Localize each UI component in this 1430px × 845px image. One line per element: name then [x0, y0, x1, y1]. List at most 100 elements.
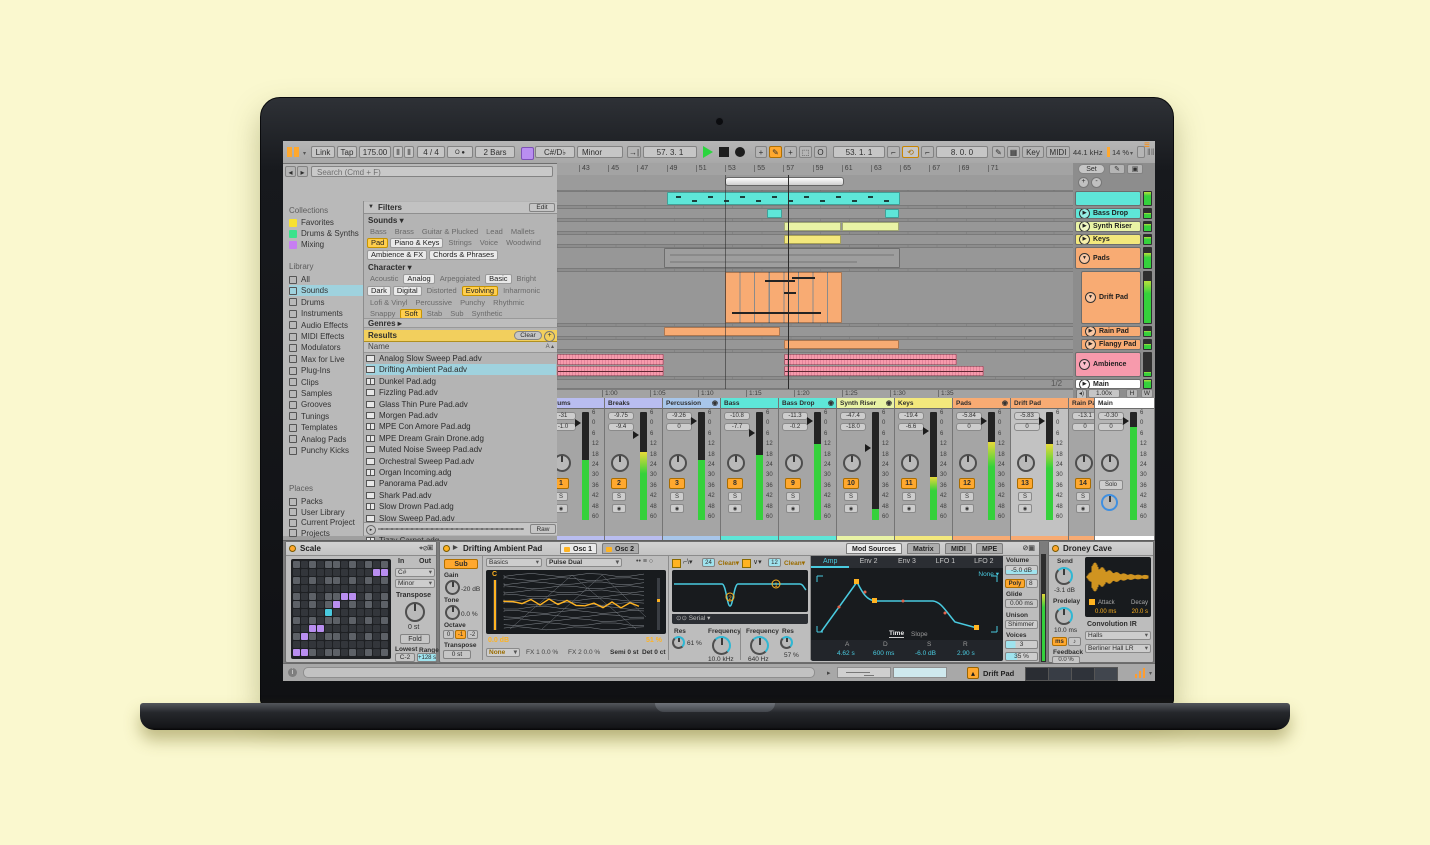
- volume-fader-handle[interactable]: [981, 417, 991, 425]
- tap-tempo-button[interactable]: Tap: [337, 146, 357, 158]
- mixer-strip-header[interactable]: Rain Pad: [1069, 398, 1094, 409]
- sidebar-item-drums[interactable]: Drums: [289, 297, 367, 308]
- list-item-file[interactable]: Analog Slow Sweep Pad.adv: [366, 353, 556, 364]
- predelay-ms-button[interactable]: ms: [1052, 637, 1067, 646]
- mixer-strip-bass[interactable]: Bass-10.8-7.760612182430364248608S◉: [721, 398, 779, 540]
- sidebar-item-samples[interactable]: Samples: [289, 388, 367, 399]
- scale-grid-cell[interactable]: [381, 601, 388, 608]
- mixer-fold-icon[interactable]: ◉: [1002, 398, 1008, 409]
- scale-grid-cell[interactable]: [381, 561, 388, 568]
- sub-osc-button[interactable]: Sub: [444, 559, 478, 569]
- filter-tag-strings[interactable]: Strings: [445, 238, 474, 247]
- scale-grid-cell[interactable]: [357, 617, 364, 624]
- octave-0-button[interactable]: 0: [443, 630, 454, 639]
- search-input[interactable]: Search (Cmd + F): [311, 166, 553, 177]
- lock-envelopes-button[interactable]: ▣: [1127, 164, 1143, 174]
- solo-button[interactable]: S: [612, 492, 626, 501]
- filter-tag-mallets[interactable]: Mallets: [508, 227, 538, 236]
- mixer-strip-header[interactable]: Percussion◉: [663, 398, 720, 409]
- mixer-fold-icon[interactable]: ◉: [828, 398, 834, 409]
- peak-level-field[interactable]: -5.83: [1014, 412, 1040, 420]
- browser-back-button[interactable]: ◂: [285, 166, 296, 177]
- filter-tag-voice[interactable]: Voice: [477, 238, 501, 247]
- stop-button[interactable]: [719, 147, 729, 157]
- filter-tag-dark[interactable]: Dark: [367, 286, 391, 296]
- scale-grid-cell[interactable]: [301, 585, 308, 592]
- key-map-button[interactable]: Key: [1022, 146, 1044, 158]
- volume-field[interactable]: -5.0 dB: [1005, 565, 1038, 575]
- scale-grid-cell[interactable]: [325, 649, 332, 656]
- hamburger-menu-icon[interactable]: ≡: [1144, 141, 1150, 151]
- unison-mode-select[interactable]: Shimmer: [1005, 620, 1038, 629]
- sidebar-item-punchy-kicks[interactable]: Punchy Kicks: [289, 445, 367, 456]
- sidebar-item-modulators[interactable]: Modulators: [289, 342, 367, 353]
- monitor-button[interactable]: ◉: [557, 504, 568, 513]
- zoom-in-button[interactable]: +: [1078, 177, 1089, 188]
- scale-grid-cell[interactable]: [373, 609, 380, 616]
- list-item-file[interactable]: MPE Con Amore Pad.adg: [366, 421, 556, 432]
- device-thumbnail-4[interactable]: [1094, 667, 1118, 681]
- scale-grid-cell-active[interactable]: [381, 569, 388, 576]
- wavetable-device-on-toggle[interactable]: [443, 545, 450, 552]
- scale-grid-cell[interactable]: [317, 609, 324, 616]
- list-item-file[interactable]: Muted Noise Sweep Pad.adv: [366, 444, 556, 455]
- filter-tag-snappy[interactable]: Snappy: [367, 309, 398, 318]
- osc-detune-value[interactable]: Det 0 ct: [642, 649, 665, 656]
- browser-forward-button[interactable]: ▸: [297, 166, 308, 177]
- filter-tag-bass[interactable]: Bass: [367, 227, 390, 236]
- scale-grid-cell[interactable]: [357, 569, 364, 576]
- scale-grid-cell[interactable]: [301, 577, 308, 584]
- track-activator-number[interactable]: 12: [959, 478, 975, 489]
- volume-fader-handle[interactable]: [749, 429, 759, 437]
- scale-grid-cell[interactable]: [381, 609, 388, 616]
- mixer-strip-drift-pad[interactable]: Drift Pad-5.830606121824303642486013S◉: [1011, 398, 1069, 540]
- scale-grid-cell-active[interactable]: [333, 601, 340, 608]
- sidebar-item-mixing[interactable]: Mixing: [289, 239, 359, 250]
- volume-fader-handle[interactable]: [923, 427, 933, 435]
- scale-grid-cell[interactable]: [317, 617, 324, 624]
- cue-volume-knob[interactable]: [1101, 494, 1118, 511]
- time-signature-field[interactable]: 4 / 4: [417, 146, 445, 158]
- sidebar-item-drums-synths[interactable]: Drums & Synths: [289, 228, 359, 239]
- scale-grid-cell-active[interactable]: [349, 593, 356, 600]
- scale-root-select[interactable]: C#: [395, 568, 435, 577]
- pan-knob[interactable]: [1075, 454, 1093, 472]
- peak-level-field[interactable]: -9.75: [608, 412, 634, 420]
- mixer-strip-header[interactable]: Breaks: [605, 398, 662, 409]
- pan-knob[interactable]: [611, 454, 629, 472]
- scale-grid-cell[interactable]: [293, 617, 300, 624]
- wavetable-expand-icon[interactable]: ▶: [453, 542, 458, 555]
- track-activator-number[interactable]: 11: [901, 478, 917, 489]
- loop-back-button[interactable]: O: [814, 146, 827, 158]
- computer-midi-keyboard-button[interactable]: ▦: [1007, 146, 1020, 158]
- track-activator-number[interactable]: 2: [611, 478, 627, 489]
- tab-osc1[interactable]: Osc 1: [560, 543, 597, 554]
- scale-device-header[interactable]: Scale ⌖⊘▣: [286, 542, 436, 556]
- volume-field[interactable]: -6.6: [898, 423, 924, 431]
- list-item-file[interactable]: Glass Thin Pure Pad.adv: [366, 399, 556, 410]
- output-meter-icon[interactable]: [1135, 668, 1147, 678]
- mixer-strip-breaks[interactable]: Breaks-9.75-9.460612182430364248602S◉: [605, 398, 663, 540]
- pan-knob[interactable]: [785, 454, 803, 472]
- track-header-synth-riser[interactable]: ▶Synth Riser: [1075, 221, 1141, 232]
- scale-grid-cell[interactable]: [301, 593, 308, 600]
- mixer-strip-drums[interactable]: Drums-31-1.060612182430364248601S◉: [557, 398, 605, 540]
- pan-knob[interactable]: [959, 454, 977, 472]
- punch-in-button[interactable]: ⌐: [887, 146, 900, 158]
- volume-field[interactable]: -7.7: [724, 423, 750, 431]
- pan-knob[interactable]: [1101, 454, 1119, 472]
- wavetable-display[interactable]: C: [486, 570, 666, 634]
- list-item-file[interactable]: Drifting Ambient Pad.adv: [366, 364, 556, 375]
- scale-grid-cell[interactable]: [325, 561, 332, 568]
- scale-grid-cell[interactable]: [357, 641, 364, 648]
- peak-level-field[interactable]: -5.84: [956, 412, 982, 420]
- track-header-ambience[interactable]: ▼Ambience: [1075, 352, 1141, 377]
- scale-grid-cell[interactable]: [341, 649, 348, 656]
- scale-grid-cell[interactable]: [341, 625, 348, 632]
- preview-play-icon[interactable]: ▸: [366, 525, 376, 535]
- ir-display[interactable]: Attack Decay 0.00 ms 20.0 s: [1085, 557, 1151, 617]
- filter2-on-toggle[interactable]: [742, 559, 751, 568]
- scale-grid-cell[interactable]: [373, 641, 380, 648]
- mixer-strip-main[interactable]: Main-0.3006061218243036424860Solo: [1095, 398, 1155, 540]
- filter-tag-digital[interactable]: Digital: [393, 286, 422, 296]
